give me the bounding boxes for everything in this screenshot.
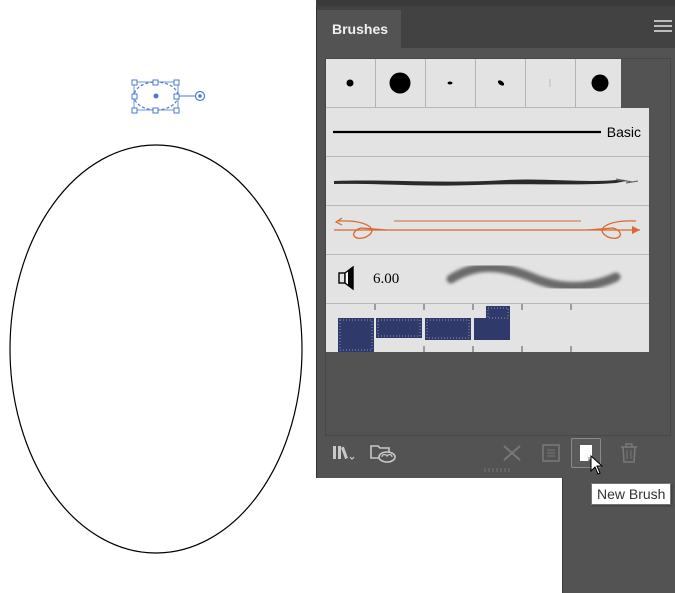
- trash-icon: [621, 443, 637, 463]
- calligraphic-brush-row: [326, 59, 621, 108]
- selected-small-ellipse[interactable]: [131, 79, 206, 114]
- new-brush-tooltip: New Brush: [591, 483, 672, 505]
- mouse-cursor-icon: [590, 455, 604, 475]
- panel-resize-grip[interactable]: [483, 468, 513, 472]
- brush-list-scrollbar[interactable]: [660, 59, 670, 435]
- brush-libraries-icon[interactable]: [331, 442, 355, 464]
- hamburger-icon[interactable]: [654, 20, 672, 34]
- brush-list[interactable]: Basic 6.00: [325, 58, 671, 436]
- brush-swatch-medium-round[interactable]: [576, 59, 621, 107]
- brush-swatch-small-round[interactable]: [326, 59, 376, 107]
- brush-row-charcoal[interactable]: [326, 157, 649, 206]
- brush-swatch-angled-oval[interactable]: [476, 59, 526, 107]
- libraries-panel-icon[interactable]: [369, 442, 399, 464]
- brush-row-calligraphic[interactable]: 6.00: [326, 255, 649, 304]
- brush-row-arrow[interactable]: [326, 206, 649, 255]
- panel-footer-toolbar: [317, 436, 675, 470]
- brushes-panel: Brushes Basic 6.00: [316, 6, 675, 478]
- brush-row-basic[interactable]: Basic: [326, 108, 649, 157]
- remove-brush-stroke-icon: [503, 445, 521, 461]
- basic-brush-label: Basic: [606, 124, 641, 140]
- options-of-selected-object-icon: [542, 444, 560, 462]
- brush-swatch-large-round[interactable]: [376, 59, 426, 107]
- brush-row-pattern[interactable]: [326, 304, 649, 352]
- panel-tab-bar: Brushes: [317, 6, 675, 48]
- tab-brushes[interactable]: Brushes: [317, 10, 401, 48]
- brush-swatch-thin-line[interactable]: [526, 59, 576, 107]
- large-ellipse-shape[interactable]: [9, 144, 303, 554]
- brush-swatch-tiny-oval[interactable]: [426, 59, 476, 107]
